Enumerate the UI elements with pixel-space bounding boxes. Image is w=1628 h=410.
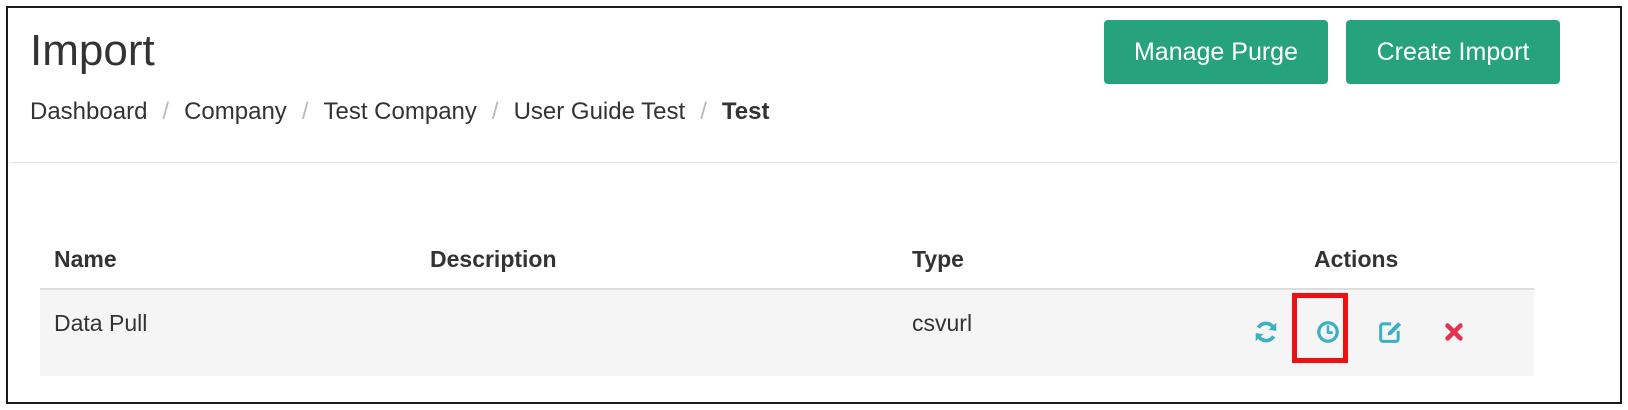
column-header-name[interactable]: Name bbox=[54, 246, 117, 273]
column-header-description[interactable]: Description bbox=[430, 246, 557, 273]
breadcrumb-separator: / bbox=[301, 98, 309, 125]
row-name: Data Pull bbox=[54, 310, 148, 336]
row-type: csvurl bbox=[912, 310, 973, 336]
breadcrumb-test-company[interactable]: Test Company bbox=[323, 98, 476, 126]
table-header: Name Description Type Actions bbox=[40, 232, 1534, 290]
breadcrumb-dashboard[interactable]: Dashboard bbox=[30, 98, 147, 126]
table-row: Data Pull csvurl bbox=[40, 290, 1534, 376]
column-header-type[interactable]: Type bbox=[912, 246, 964, 273]
clock-icon[interactable] bbox=[1308, 312, 1348, 352]
breadcrumb: Dashboard / Company / Test Company / Use… bbox=[30, 92, 769, 132]
import-page: Import Dashboard / Company / Test Compan… bbox=[6, 6, 1622, 404]
delete-icon[interactable] bbox=[1434, 312, 1474, 352]
create-import-button[interactable]: Create Import bbox=[1346, 20, 1560, 84]
breadcrumb-separator: / bbox=[491, 98, 499, 125]
edit-icon[interactable] bbox=[1370, 312, 1410, 352]
breadcrumb-user-guide-test[interactable]: User Guide Test bbox=[514, 98, 686, 126]
manage-purge-button[interactable]: Manage Purge bbox=[1104, 20, 1328, 84]
breadcrumb-separator: / bbox=[162, 98, 170, 125]
refresh-icon[interactable] bbox=[1246, 312, 1286, 352]
breadcrumb-company[interactable]: Company bbox=[184, 98, 287, 126]
header-divider bbox=[10, 162, 1618, 163]
imports-table: Name Description Type Actions Data Pull … bbox=[40, 232, 1534, 376]
page-title: Import bbox=[30, 26, 155, 75]
breadcrumb-current: Test bbox=[721, 98, 770, 125]
breadcrumb-separator: / bbox=[700, 98, 707, 125]
column-header-actions: Actions bbox=[1314, 246, 1399, 272]
